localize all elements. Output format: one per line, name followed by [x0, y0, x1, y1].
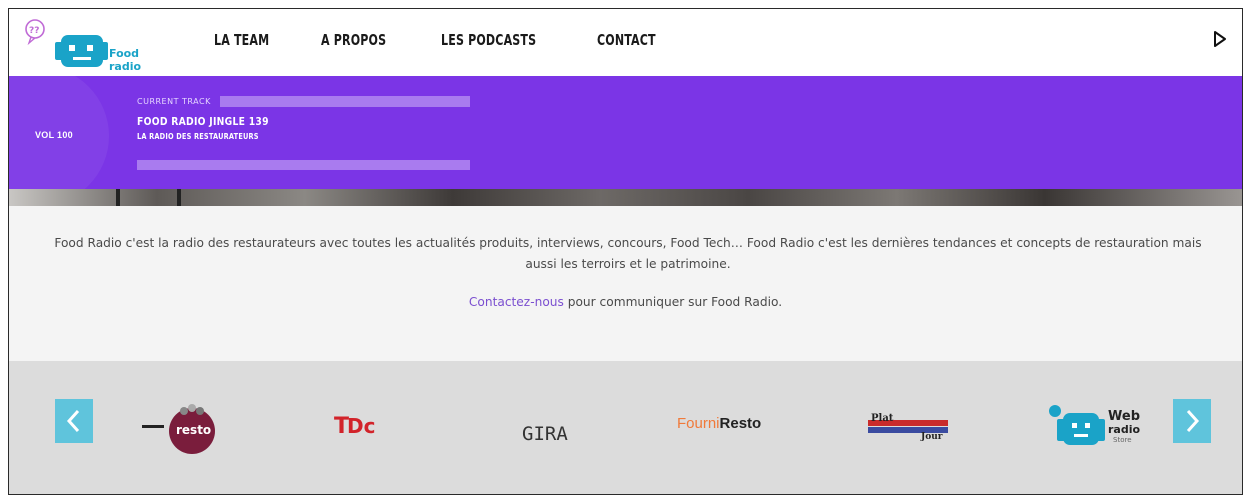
track-subtitle: LA RADIO DES RESTAURATEURS: [137, 132, 259, 141]
svg-text:??: ??: [29, 26, 39, 36]
plat-du-jour-logo-icon: Plat Jour: [868, 413, 948, 442]
partner-logo-webradio-store[interactable]: Web radio Store: [1045, 401, 1165, 462]
about-description: Food Radio c'est la radio des restaurate…: [54, 236, 1202, 271]
contact-link[interactable]: Contactez-nous: [469, 295, 564, 309]
chevron-right-icon: [1186, 409, 1200, 433]
play-button[interactable]: [1210, 29, 1230, 49]
fourniresto-logo-icon: FourniResto: [677, 415, 761, 432]
nav-la-team[interactable]: LA TEAM: [214, 31, 269, 49]
nav-les-podcasts[interactable]: LES PODCASTS: [441, 31, 536, 49]
current-track-label: CURRENT TRACK: [137, 97, 211, 106]
resto-logo-text: resto: [176, 423, 211, 437]
food-radio-logo[interactable]: ?? Food radio: [23, 17, 173, 73]
fourniresto-logo-text-a: Fourni: [677, 415, 720, 432]
plat-du-jour-logo-text-a: Plat: [871, 413, 894, 424]
about-section: Food Radio c'est la radio des restaurate…: [9, 206, 1242, 361]
partners-carousel: resto T Dc GIRA FourniResto Plat Jour We…: [9, 361, 1242, 494]
partner-logo-fourniresto[interactable]: FourniResto: [677, 409, 787, 444]
webradio-logo-text-c: Store: [1113, 436, 1132, 444]
svg-text:FourniResto: FourniResto: [677, 415, 761, 432]
logo-text: Food radio: [109, 47, 142, 73]
nav-contact[interactable]: CONTACT: [597, 31, 656, 49]
partner-logo-resto[interactable]: resto: [142, 401, 222, 466]
hero-image-strip: [9, 189, 1242, 206]
contact-line: Contactez-nous pour communiquer sur Food…: [9, 295, 1242, 309]
carousel-prev-button[interactable]: [55, 399, 93, 443]
partner-logo-gira[interactable]: GIRA: [521, 416, 571, 451]
webradio-logo-text-b: radio: [1108, 423, 1140, 436]
partner-logo-dc[interactable]: T Dc: [334, 411, 394, 446]
volume-label: VOL 100: [35, 130, 73, 140]
resto-logo-icon: resto: [142, 404, 215, 454]
radio-player: VOL 100 CURRENT TRACK FOOD RADIO JINGLE …: [9, 76, 1242, 189]
track-title: FOOD RADIO JINGLE 139: [137, 116, 269, 128]
hero-image-detail: [116, 189, 120, 206]
site-header: ?? Food radio LA TEAM A PROPOS LES PODCA…: [9, 9, 1242, 75]
dc-logo-icon: T Dc: [334, 414, 375, 439]
gira-logo-icon: GIRA: [522, 423, 568, 445]
webradio-store-logo-icon: Web radio Store: [1049, 405, 1140, 445]
nav-a-propos[interactable]: A PROPOS: [321, 31, 386, 49]
gira-logo-text: GIRA: [522, 423, 568, 445]
carousel-next-button[interactable]: [1173, 399, 1211, 443]
dc-logo-text: Dc: [347, 414, 375, 438]
contact-line-text: pour communiquer sur Food Radio.: [563, 295, 783, 309]
play-icon: [1214, 31, 1226, 47]
page-frame: ?? Food radio LA TEAM A PROPOS LES PODCA…: [8, 8, 1243, 495]
main-nav: LA TEAM A PROPOS LES PODCASTS CONTACT: [214, 31, 709, 49]
plat-du-jour-logo-text-b: Jour: [920, 432, 943, 442]
chevron-left-icon: [66, 409, 80, 433]
partner-logo-plat-du-jour[interactable]: Plat Jour: [866, 410, 956, 447]
track-seek-bar[interactable]: [137, 160, 470, 170]
track-progress-bar[interactable]: [220, 96, 470, 107]
webradio-logo-text-a: Web: [1108, 409, 1140, 424]
fourniresto-logo-text-b: Resto: [720, 415, 762, 432]
hero-image-detail: [177, 189, 181, 206]
